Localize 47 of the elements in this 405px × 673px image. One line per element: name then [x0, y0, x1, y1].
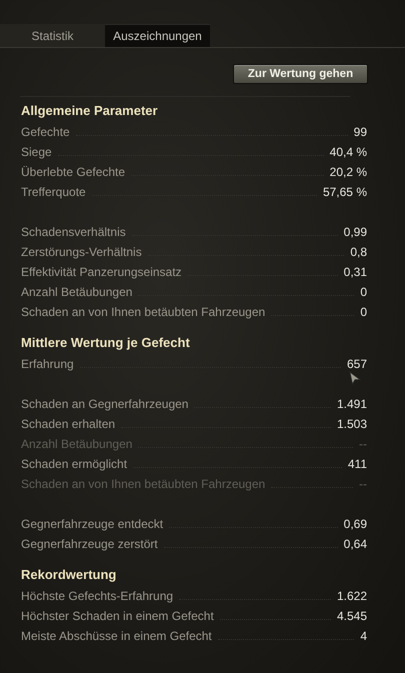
stat-label: Meiste Abschüsse in einem Gefecht: [21, 628, 212, 645]
section-heading: Rekordwertung: [21, 566, 118, 584]
stat-label: Gegnerfahrzeuge zerstört: [21, 536, 158, 553]
stat-value: --: [359, 436, 367, 453]
stat-value: 411: [348, 456, 367, 473]
stat-label: Überlebte Gefechte: [21, 164, 126, 181]
stat-value: 20,2 %: [330, 164, 367, 181]
stat-label: Trefferquote: [21, 184, 86, 201]
stat-label: Siege: [21, 144, 52, 161]
section-heading: Mittlere Wertung je Gefecht: [21, 334, 191, 352]
stat-value: 0,99: [344, 224, 367, 241]
stat-label: Schadensverhältnis: [21, 224, 126, 241]
stat-value: 0,31: [344, 264, 367, 281]
stat-value: 40,4 %: [330, 144, 367, 161]
stat-label: Anzahl Betäubungen: [21, 436, 132, 453]
stat-label: Schaden an von Ihnen betäubten Fahrzeugen: [21, 304, 266, 321]
stat-label: Erfahrung: [21, 356, 74, 373]
stat-value: 0,8: [350, 244, 367, 261]
stat-label: Gegnerfahrzeuge entdeckt: [21, 516, 164, 533]
section-heading: Allgemeine Parameter: [21, 102, 159, 120]
stat-value: 657: [346, 356, 367, 373]
stat-label: Gefechte: [21, 124, 70, 141]
stat-value: 4.545: [336, 608, 367, 625]
stat-value: 1.503: [336, 416, 367, 433]
stat-value: 99: [354, 124, 367, 141]
stat-label: Höchste Gefechts-Erfahrung: [21, 588, 174, 605]
stat-value: 0: [360, 284, 367, 301]
stat-value: 0: [360, 304, 367, 321]
stat-label: Zerstörungs-Verhältnis: [21, 244, 142, 261]
stat-label: Anzahl Betäubungen: [21, 284, 132, 301]
stat-label: Schaden ermöglicht: [21, 456, 128, 473]
stat-label: Schaden an von Ihnen betäubten Fahrzeugen: [21, 476, 266, 493]
cursor-icon: [349, 371, 361, 385]
stat-value: 1.491: [336, 396, 367, 413]
stat-value: 57,65 %: [322, 184, 367, 201]
stat-label: Effektivität Panzerungseinsatz: [21, 264, 182, 281]
tab[interactable]: Statistik: [0, 24, 105, 47]
stat-value: 0,69: [344, 516, 367, 533]
stat-label: Schaden an Gegnerfahrzeugen: [21, 396, 188, 413]
stat-value: 1.622: [336, 588, 367, 605]
stat-value: 4: [360, 628, 367, 645]
tab[interactable]: Auszeichnungen: [105, 24, 210, 47]
stat-value: 0,64: [344, 536, 367, 553]
stat-label: Höchster Schaden in einem Gefecht: [21, 608, 214, 625]
rating-button[interactable]: Zur Wertung gehen: [233, 64, 368, 84]
stat-value: --: [359, 476, 367, 493]
stat-label: Schaden erhalten: [21, 416, 116, 433]
